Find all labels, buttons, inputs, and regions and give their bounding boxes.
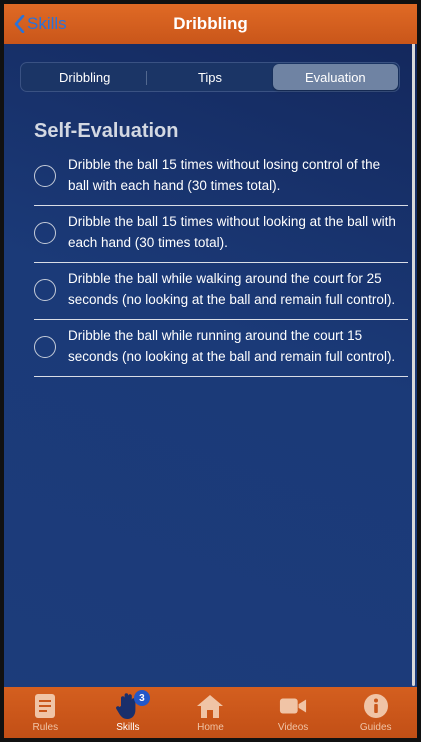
info-icon xyxy=(362,692,390,720)
checklist-item[interactable]: Dribble the ball while walking around th… xyxy=(34,263,408,320)
checklist-item-text: Dribble the ball 15 times without losing… xyxy=(68,157,381,193)
radio-button[interactable] xyxy=(34,222,56,244)
page-title: Dribbling xyxy=(173,14,248,33)
hand-icon: 3 xyxy=(114,690,150,720)
tab-label: Guides xyxy=(359,722,392,733)
radio-button[interactable] xyxy=(34,279,56,301)
radio-button[interactable] xyxy=(34,336,56,358)
tab-label: Home xyxy=(197,722,224,733)
tab-rules[interactable]: Rules xyxy=(4,687,87,738)
segmented-control: Dribbling Tips Evaluation xyxy=(20,62,400,92)
evaluation-checklist: Dribble the ball 15 times without losing… xyxy=(34,149,408,377)
segment-evaluation[interactable]: Evaluation xyxy=(272,64,398,90)
checklist-item-text: Dribble the ball 15 times without lookin… xyxy=(68,214,396,250)
scrollbar[interactable] xyxy=(412,6,415,686)
tab-label: Rules xyxy=(32,722,59,733)
checklist-item-text: Dribble the ball while walking around th… xyxy=(68,271,396,307)
radio-button[interactable] xyxy=(34,165,56,187)
checklist-item[interactable]: Dribble the ball 15 times without lookin… xyxy=(34,206,408,263)
tab-home[interactable]: Home xyxy=(169,687,252,738)
segment-dribbling[interactable]: Dribbling xyxy=(22,64,148,90)
tab-videos[interactable]: Videos xyxy=(252,687,335,738)
section-title: Self-Evaluation xyxy=(34,120,179,142)
tab-bar: Rules 3 Skills Home Videos Guides xyxy=(4,687,417,738)
house-icon xyxy=(196,692,224,720)
video-camera-icon xyxy=(279,692,307,720)
skills-badge: 3 xyxy=(133,690,150,706)
navigation-bar: Skills Dribbling xyxy=(4,4,417,44)
document-icon xyxy=(31,692,59,720)
checklist-item[interactable]: Dribble the ball while running around th… xyxy=(34,320,408,377)
app-screen: Skills Dribbling Dribbling Tips Evaluati… xyxy=(4,4,417,738)
tab-label: Skills xyxy=(116,722,140,733)
segment-tips[interactable]: Tips xyxy=(147,64,272,90)
checklist-item-text: Dribble the ball while running around th… xyxy=(68,328,396,364)
tab-skills[interactable]: 3 Skills xyxy=(87,687,170,738)
checklist-item[interactable]: Dribble the ball 15 times without losing… xyxy=(34,149,408,206)
tab-guides[interactable]: Guides xyxy=(334,687,417,738)
tab-label: Videos xyxy=(277,722,309,733)
